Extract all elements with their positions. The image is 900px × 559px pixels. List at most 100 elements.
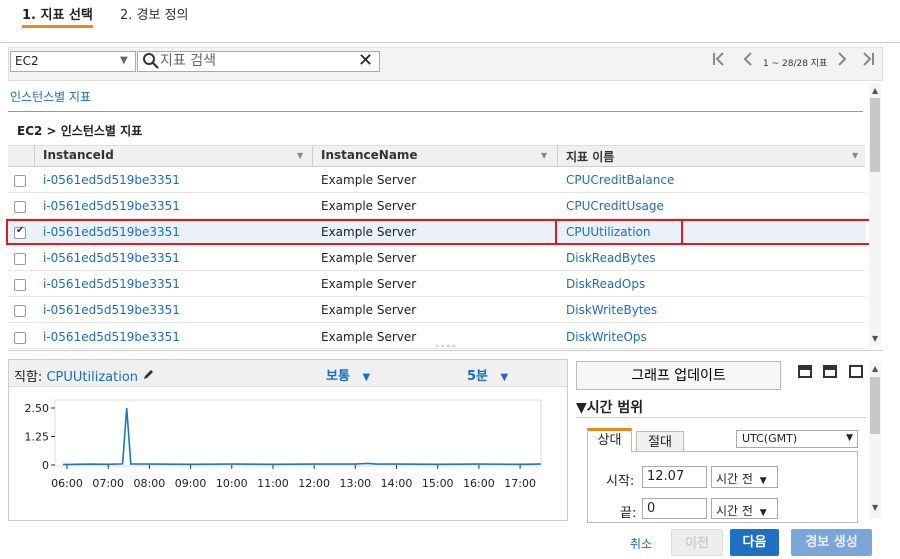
- chevron-down-icon: ▼: [759, 476, 767, 486]
- table-title: EC2 > 인스턴스별 지표: [17, 124, 143, 138]
- start-unit-select[interactable]: 시간 전 ▼: [711, 466, 778, 488]
- end-unit-select[interactable]: 시간 전 ▼: [711, 498, 778, 519]
- chevron-down-icon: ▼: [846, 433, 853, 443]
- previous-button[interactable]: 이전: [671, 529, 723, 556]
- end-input[interactable]: 0: [642, 498, 707, 519]
- step-select-metric[interactable]: 1. 지표 선택: [22, 4, 93, 28]
- x-tick-label: 14:00: [381, 477, 413, 490]
- instance-name: Example Server: [321, 277, 417, 291]
- x-tick-label: 15:00: [422, 477, 454, 490]
- row-checkbox[interactable]: [14, 175, 26, 187]
- instance-id-link[interactable]: i-0561ed5d519be3351: [43, 173, 180, 187]
- sort-icon[interactable]: ▼: [297, 151, 303, 160]
- prev-page-icon[interactable]: [742, 52, 754, 70]
- row-checkbox[interactable]: [14, 253, 26, 265]
- metric-name-link[interactable]: CPUCreditBalance: [566, 173, 674, 187]
- y-tick-label: 2.50: [25, 402, 50, 415]
- graph-title: 직함: CPUUtilization: [14, 366, 155, 385]
- instance-id-link[interactable]: i-0561ed5d519be3351: [43, 277, 180, 291]
- graph-title-prefix: 직함:: [14, 370, 43, 385]
- start-unit-value: 시간 전: [716, 472, 753, 486]
- instance-id-link[interactable]: i-0561ed5d519be3351: [43, 251, 180, 265]
- scroll-up-icon[interactable]: ▲: [872, 364, 878, 373]
- instance-name: Example Server: [321, 173, 417, 187]
- x-tick-label: 17:00: [504, 477, 536, 490]
- create-alarm-button[interactable]: 경보 생성: [791, 529, 872, 556]
- instance-id-link[interactable]: i-0561ed5d519be3351: [43, 330, 180, 344]
- row-checkbox[interactable]: [14, 305, 26, 317]
- search-input[interactable]: [160, 52, 350, 70]
- namespace-select[interactable]: EC2: [10, 51, 136, 72]
- metric-name-link[interactable]: DiskReadBytes: [566, 251, 656, 265]
- scroll-up-icon[interactable]: ▲: [872, 86, 878, 95]
- pencil-icon[interactable]: [142, 370, 155, 385]
- period-value: 5분: [467, 369, 489, 384]
- metric-name-link[interactable]: DiskWriteBytes: [566, 303, 657, 317]
- sort-icon[interactable]: ▼: [541, 151, 547, 160]
- scroll-down-icon[interactable]: ▼: [872, 334, 878, 343]
- time-range-divider: [576, 417, 866, 418]
- x-tick-label: 09:00: [175, 477, 207, 490]
- layout-split-icon[interactable]: [823, 365, 837, 378]
- step-define-alarm[interactable]: 2. 경보 정의: [120, 4, 189, 23]
- start-label: 시작:: [606, 474, 635, 489]
- time-range-header[interactable]: ▼시간 범위: [576, 397, 643, 417]
- timezone-select[interactable]: UTC(GMT) ▼: [736, 430, 858, 448]
- scroll-thumb[interactable]: [870, 377, 880, 434]
- cancel-link[interactable]: 취소: [630, 535, 652, 552]
- column-header-instanceid[interactable]: InstanceId: [43, 148, 114, 162]
- chevron-down-icon[interactable]: ▼: [120, 55, 128, 66]
- clear-icon[interactable]: ✕: [358, 52, 373, 70]
- first-page-icon[interactable]: [712, 52, 726, 70]
- instance-id-link[interactable]: i-0561ed5d519be3351: [43, 199, 180, 213]
- column-divider: [312, 146, 313, 166]
- pager-text: 1 ~ 28/28 지표: [763, 59, 828, 69]
- end-unit-value: 시간 전: [716, 504, 753, 518]
- x-tick-label: 12:00: [298, 477, 330, 490]
- instance-name: Example Server: [321, 251, 417, 265]
- instance-name: Example Server: [321, 303, 417, 317]
- row-checkbox[interactable]: [14, 201, 26, 213]
- metric-chart: 0 1.25 2.50 06:00 07:00 08:00 09:00 10:00 11:00 1…: [25, 399, 542, 490]
- statistic-select[interactable]: 보통 ▼: [326, 365, 370, 384]
- tab-relative[interactable]: 상대: [587, 428, 632, 452]
- timezone-value: UTC(GMT): [742, 432, 798, 445]
- header-divider: [0, 42, 900, 43]
- period-select[interactable]: 5분 ▼: [467, 365, 508, 384]
- column-header-instancename[interactable]: InstanceName: [321, 148, 418, 162]
- search-icon: [142, 52, 160, 73]
- end-label: 끝:: [620, 506, 637, 521]
- x-tick-label: 06:00: [51, 477, 83, 490]
- sort-icon[interactable]: ▼: [852, 151, 858, 160]
- y-tick-label: 1.25: [25, 431, 50, 444]
- metric-name-link[interactable]: DiskReadOps: [566, 277, 645, 291]
- metric-name-link[interactable]: CPUCreditUsage: [566, 199, 664, 213]
- table-header: [8, 145, 865, 167]
- x-tick-label: 08:00: [134, 477, 166, 490]
- scroll-down-icon[interactable]: ▼: [872, 503, 878, 512]
- create-alarm-dialog: 1. 지표 선택 2. 경보 정의 EC2 ▼ ✕ 1 ~ 28/28 지표 인…: [0, 0, 900, 559]
- start-input[interactable]: 12.07: [642, 466, 707, 488]
- metric-name-link[interactable]: DiskWriteOps: [566, 330, 647, 344]
- series-line: [62, 407, 541, 466]
- highlight-metric-cell: [555, 219, 683, 245]
- row-checkbox[interactable]: [14, 332, 26, 344]
- row-checkbox[interactable]: [14, 279, 26, 291]
- layout-full-icon[interactable]: [849, 365, 863, 378]
- instance-id-link[interactable]: i-0561ed5d519be3351: [43, 303, 180, 317]
- chevron-down-icon: ▼: [500, 372, 509, 383]
- layout-top-icon[interactable]: [798, 365, 812, 378]
- scroll-thumb[interactable]: [870, 98, 880, 172]
- next-page-icon[interactable]: [836, 52, 848, 70]
- y-tick-label: 0: [42, 459, 49, 472]
- graph-metric-name[interactable]: CPUUtilization: [46, 370, 138, 385]
- tab-absolute[interactable]: 절대: [636, 431, 684, 452]
- chevron-down-icon: ▼: [362, 372, 371, 383]
- last-page-icon[interactable]: [861, 52, 875, 70]
- x-tick-label: 13:00: [339, 477, 371, 490]
- splitter-grip-icon[interactable]: ˄˄˄˄: [435, 345, 457, 355]
- update-graph-button[interactable]: 그래프 업데이트: [576, 361, 781, 390]
- column-header-metric-name[interactable]: 지표 이름: [566, 148, 614, 165]
- breadcrumb-link[interactable]: 인스턴스별 지표: [10, 88, 91, 105]
- next-button[interactable]: 다음: [730, 529, 779, 556]
